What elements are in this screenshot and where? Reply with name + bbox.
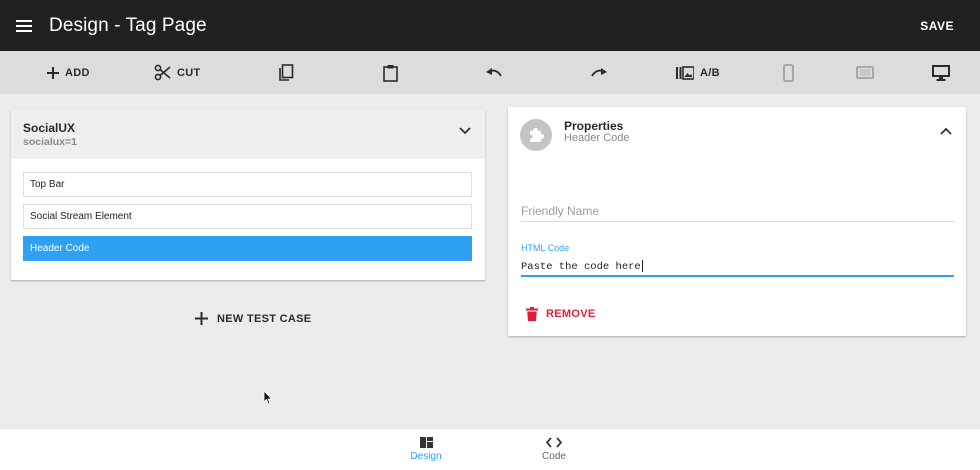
mouse-cursor-icon [263, 390, 273, 405]
ab-test-button[interactable]: A/B [676, 51, 720, 94]
test-case-item[interactable]: Top Bar [23, 172, 472, 197]
html-code-label: HTML Code [521, 243, 570, 253]
cut-button[interactable]: CUT [154, 51, 201, 94]
puzzle-icon [520, 119, 552, 151]
text-caret [641, 260, 643, 272]
add-label: ADD [65, 66, 90, 79]
save-button[interactable]: SAVE [920, 19, 954, 33]
html-code-value: Paste the code here [521, 260, 641, 273]
phone-icon [783, 63, 794, 82]
toolbar: ADD CUT A/B [0, 51, 980, 94]
tablet-view-button[interactable] [856, 51, 874, 94]
tablet-icon [856, 66, 874, 79]
nav-design-label: Design [410, 451, 442, 462]
tag-name: SocialUX [23, 121, 76, 135]
ab-test-icon [676, 65, 694, 80]
add-icon [195, 312, 208, 325]
ab-label: A/B [700, 66, 720, 79]
paste-icon [383, 64, 398, 82]
page-title: Design - Tag Page [49, 14, 207, 36]
undo-button[interactable] [485, 51, 503, 94]
cut-icon [154, 64, 171, 81]
test-case-item[interactable]: Social Stream Element [23, 204, 472, 229]
tag-card: SocialUX socialux=1 Top Bar Social Strea… [11, 109, 485, 280]
new-test-case-button[interactable]: NEW TEST CASE [195, 312, 311, 325]
properties-card: Properties Header Code Friendly Name HTM… [508, 107, 966, 336]
new-test-case-label: NEW TEST CASE [217, 312, 312, 325]
desktop-view-button[interactable] [932, 51, 950, 94]
nav-design[interactable]: Design [396, 429, 456, 470]
chevron-down-icon[interactable] [459, 127, 471, 135]
menu-icon[interactable] [16, 0, 38, 51]
desktop-icon [932, 64, 950, 81]
add-icon [47, 66, 59, 79]
tag-param: socialux=1 [23, 136, 77, 148]
chevron-up-icon[interactable] [940, 127, 952, 135]
tag-card-header[interactable]: SocialUX socialux=1 [11, 109, 485, 159]
test-case-label: Top Bar [30, 179, 65, 190]
phone-view-button[interactable] [783, 51, 794, 94]
copy-icon [279, 63, 294, 81]
test-case-label: Social Stream Element [30, 211, 132, 222]
test-case-label: Header Code [30, 243, 90, 254]
html-code-field[interactable]: Paste the code here [521, 258, 954, 277]
friendly-name-field[interactable]: Friendly Name [521, 202, 954, 222]
copy-button[interactable] [278, 51, 294, 94]
remove-label: REMOVE [546, 308, 596, 320]
trash-icon [526, 307, 538, 321]
dashboard-icon [419, 437, 433, 448]
remove-button[interactable]: REMOVE [526, 307, 595, 321]
cut-label: CUT [177, 66, 201, 79]
bottom-navigation: Design Code [0, 428, 980, 470]
properties-subtitle: Header Code [564, 132, 630, 144]
nav-code-label: Code [542, 451, 566, 462]
test-case-item-selected[interactable]: Header Code [23, 236, 472, 261]
redo-button[interactable] [590, 51, 608, 94]
nav-code[interactable]: Code [524, 429, 584, 470]
undo-icon [486, 67, 502, 76]
code-icon [546, 437, 562, 448]
properties-title: Properties [564, 119, 624, 133]
redo-icon [591, 67, 607, 76]
paste-button[interactable] [383, 51, 398, 94]
app-bar: Design - Tag Page SAVE [0, 0, 980, 51]
add-button[interactable]: ADD [47, 51, 90, 94]
